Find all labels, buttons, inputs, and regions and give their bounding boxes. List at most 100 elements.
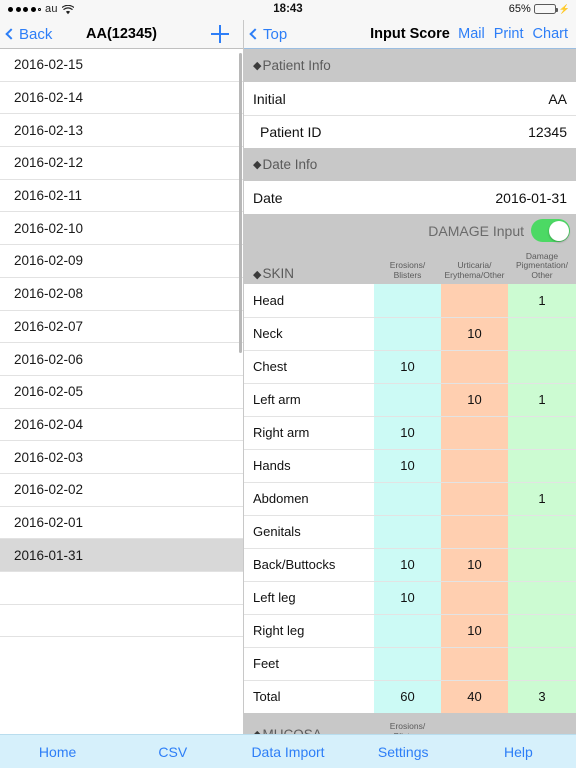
skin-score-cell[interactable] bbox=[508, 350, 576, 384]
skin-score-cell[interactable] bbox=[441, 416, 508, 450]
date-list-item[interactable]: 2016-02-01 bbox=[0, 506, 243, 540]
skin-score-cell[interactable] bbox=[374, 647, 441, 681]
date-list-item[interactable]: 2016-02-14 bbox=[0, 81, 243, 115]
date-list-item[interactable]: 2016-02-05 bbox=[0, 375, 243, 409]
tab-data-import[interactable]: Data Import bbox=[230, 744, 345, 760]
skin-score-cell[interactable] bbox=[508, 449, 576, 483]
date-list-item[interactable]: 2016-02-11 bbox=[0, 179, 243, 213]
date-list-item[interactable]: 2016-02-06 bbox=[0, 343, 243, 376]
tab-home[interactable]: Home bbox=[0, 744, 115, 760]
skin-score-cell[interactable] bbox=[508, 317, 576, 351]
damage-input-bar: DAMAGE Input bbox=[244, 214, 576, 247]
date-list[interactable]: 2016-02-15 2016-02-14 2016-02-13 2016-02-12… bbox=[0, 49, 243, 734]
tab-help[interactable]: Help bbox=[461, 744, 576, 760]
nav-action-chart[interactable]: Chart bbox=[533, 26, 568, 42]
skin-score-cell[interactable]: 1 bbox=[508, 383, 576, 417]
skin-row-label: Head bbox=[244, 284, 374, 318]
date-value: 2016-01-31 bbox=[495, 189, 567, 206]
back-button[interactable]: Back bbox=[0, 26, 52, 43]
scrollbar[interactable] bbox=[239, 53, 242, 353]
date-list-item[interactable]: 2016-02-08 bbox=[0, 277, 243, 311]
skin-score-cell[interactable] bbox=[508, 515, 576, 549]
status-bar-clock: 18:43 bbox=[273, 3, 303, 15]
skin-table-row: Feet bbox=[244, 647, 576, 681]
date-list-item[interactable]: 2016-01-31 bbox=[0, 539, 243, 572]
skin-table-row: Chest 10 bbox=[244, 350, 576, 384]
date-list-item[interactable]: 2016-02-04 bbox=[0, 408, 243, 442]
date-list-item[interactable]: 2016-02-13 bbox=[0, 114, 243, 148]
top-button[interactable]: Top bbox=[244, 26, 287, 43]
skin-row-label: Right arm bbox=[244, 416, 374, 450]
row-initial[interactable]: Initial AA bbox=[244, 82, 576, 115]
date-list-pane: Back AA(12345) 2016-02-15 2016-02-14 2016-… bbox=[0, 20, 244, 734]
back-button-label: Back bbox=[19, 25, 53, 43]
nav-action-print[interactable]: Print bbox=[494, 26, 524, 42]
date-list-item[interactable]: 2016-02-02 bbox=[0, 473, 243, 507]
mucosa-section-header: ◆MUCOSA Erosions/Blisters bbox=[244, 713, 576, 734]
skin-score-cell[interactable]: 3 bbox=[508, 680, 576, 713]
skin-score-cell[interactable] bbox=[508, 416, 576, 450]
skin-score-cell[interactable] bbox=[508, 647, 576, 681]
skin-section-title: SKIN bbox=[262, 266, 294, 281]
skin-score-cell[interactable] bbox=[441, 647, 508, 681]
skin-score-cell[interactable] bbox=[374, 284, 441, 318]
skin-table-body: Head 1 Neck 10 Chest 10 Left arm 10 1 Right arm 10… bbox=[244, 284, 576, 713]
skin-score-cell[interactable]: 10 bbox=[441, 383, 508, 417]
top-button-label: Top bbox=[263, 25, 288, 43]
skin-score-cell[interactable] bbox=[374, 317, 441, 351]
date-list-item[interactable]: 2016-02-09 bbox=[0, 245, 243, 278]
date-list-item[interactable]: 2016-02-15 bbox=[0, 49, 243, 82]
skin-score-cell[interactable] bbox=[441, 350, 508, 384]
date-list-item[interactable]: 2016-02-12 bbox=[0, 147, 243, 180]
column-header-erosions-blisters: Erosions/Blisters bbox=[374, 247, 441, 284]
skin-table-header-row: ◆SKIN Erosions/Blisters Urticaria/Erythe… bbox=[244, 247, 576, 284]
skin-score-cell[interactable] bbox=[441, 449, 508, 483]
skin-table-row: Abdomen 1 bbox=[244, 482, 576, 516]
skin-score-cell[interactable]: 40 bbox=[441, 680, 508, 713]
skin-table-row: Neck 10 bbox=[244, 317, 576, 351]
date-list-item[interactable]: 2016-02-10 bbox=[0, 212, 243, 246]
skin-score-cell[interactable]: 10 bbox=[441, 548, 508, 582]
diamond-icon: ◆ bbox=[253, 60, 262, 72]
skin-score-cell[interactable]: 60 bbox=[374, 680, 441, 713]
battery-icon bbox=[533, 4, 558, 14]
skin-score-cell[interactable] bbox=[441, 482, 508, 516]
damage-input-toggle[interactable] bbox=[531, 219, 570, 242]
plus-icon[interactable] bbox=[211, 25, 229, 43]
skin-score-cell[interactable] bbox=[441, 284, 508, 318]
skin-score-cell[interactable]: 10 bbox=[374, 416, 441, 450]
skin-score-cell[interactable] bbox=[508, 581, 576, 615]
skin-score-cell[interactable]: 1 bbox=[508, 284, 576, 318]
skin-score-cell[interactable]: 10 bbox=[441, 317, 508, 351]
skin-score-cell[interactable]: 10 bbox=[374, 449, 441, 483]
bottom-tab-bar: Home CSV Data Import Settings Help bbox=[0, 734, 576, 768]
skin-score-cell[interactable] bbox=[374, 482, 441, 516]
row-patient-id[interactable]: Patient ID 12345 bbox=[244, 115, 576, 148]
skin-score-cell[interactable]: 10 bbox=[374, 581, 441, 615]
skin-score-cell[interactable] bbox=[508, 548, 576, 582]
right-nav-bar: Top Input Score Mail Print Chart bbox=[244, 20, 576, 49]
status-bar-right: 65% ⚡ bbox=[509, 3, 570, 15]
skin-score-cell[interactable]: 10 bbox=[374, 548, 441, 582]
skin-table-row: Left leg 10 bbox=[244, 581, 576, 615]
skin-row-label: Feet bbox=[244, 647, 374, 681]
date-list-item[interactable]: 2016-02-07 bbox=[0, 310, 243, 344]
patient-id-label: Patient ID bbox=[260, 124, 322, 140]
skin-score-cell[interactable]: 10 bbox=[441, 614, 508, 648]
skin-score-cell[interactable]: 10 bbox=[374, 350, 441, 384]
date-list-item-empty bbox=[0, 572, 243, 605]
nav-action-mail[interactable]: Mail bbox=[458, 26, 485, 42]
row-date[interactable]: Date 2016-01-31 bbox=[244, 181, 576, 214]
skin-table-row: Right arm 10 bbox=[244, 416, 576, 450]
skin-score-cell[interactable] bbox=[374, 383, 441, 417]
tab-settings[interactable]: Settings bbox=[346, 744, 461, 760]
skin-row-label: Hands bbox=[244, 449, 374, 483]
skin-score-cell[interactable] bbox=[441, 515, 508, 549]
skin-score-cell[interactable] bbox=[374, 614, 441, 648]
skin-score-cell[interactable] bbox=[374, 515, 441, 549]
date-list-item[interactable]: 2016-02-03 bbox=[0, 441, 243, 474]
skin-score-cell[interactable] bbox=[441, 581, 508, 615]
skin-score-cell[interactable] bbox=[508, 614, 576, 648]
skin-score-cell[interactable]: 1 bbox=[508, 482, 576, 516]
tab-csv[interactable]: CSV bbox=[115, 744, 230, 760]
